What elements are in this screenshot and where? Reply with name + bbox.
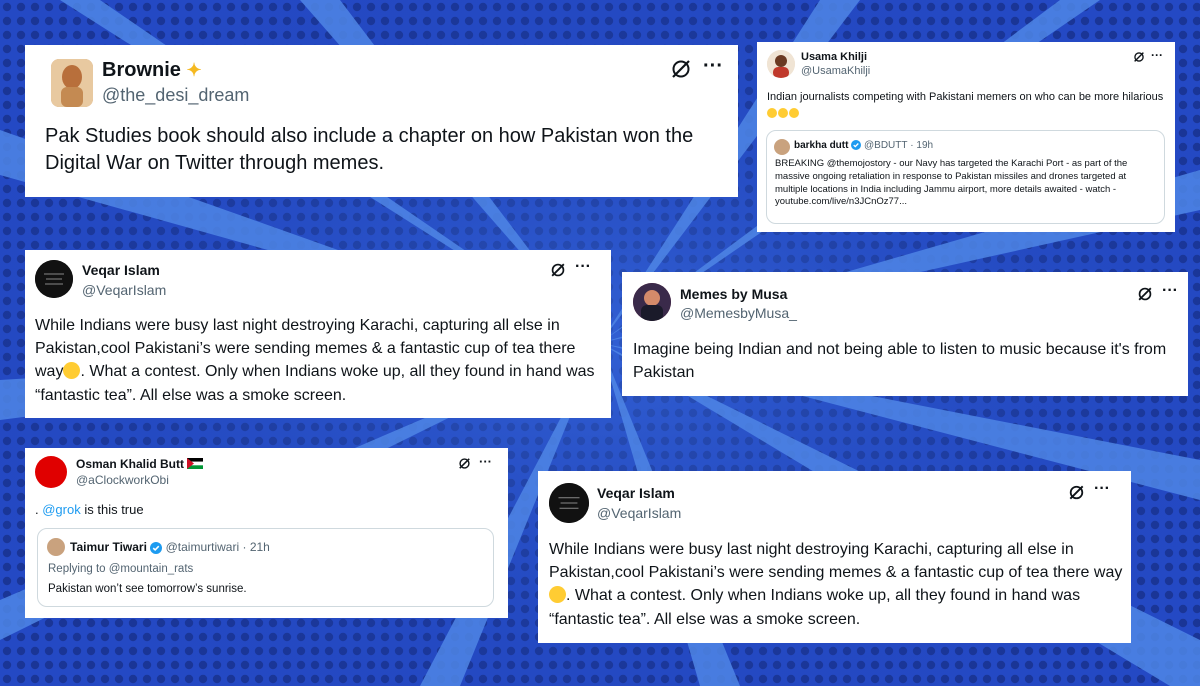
more-icon[interactable]: ··· (1151, 48, 1163, 62)
display-name[interactable]: Osman Khalid Butt (76, 457, 204, 471)
display-name[interactable]: Veqar Islam (597, 485, 675, 501)
sparkles-icon: ✦ (186, 60, 202, 80)
user-handle[interactable]: @VeqarIslam (597, 505, 681, 521)
laughing-emoji-icon (767, 107, 777, 118)
tweet-text: While Indians were busy last night destr… (35, 317, 595, 404)
user-handle[interactable]: @MemesbyMusa_ (680, 305, 797, 321)
more-icon[interactable]: ··· (1162, 282, 1178, 300)
tweet-card-veqar-1[interactable]: Veqar Islam @VeqarIslam ··· While Indian… (25, 250, 611, 418)
grok-icon[interactable] (670, 58, 692, 80)
tweet-text: While Indians were busy last night destr… (549, 541, 1123, 628)
grok-icon[interactable] (550, 262, 566, 278)
verified-badge-icon (851, 140, 862, 151)
quoted-display-name[interactable]: barkha dutt @BDUTT · 19h (794, 140, 933, 151)
grok-mention-link[interactable]: @grok (42, 502, 81, 517)
tweet-text: . @grok is this true (35, 502, 144, 517)
grok-icon[interactable] (1133, 51, 1145, 63)
avatar[interactable] (767, 50, 795, 78)
tweet-card-brownie[interactable]: Brownie ✦ @the_desi_dream ··· Pak Studie… (25, 45, 738, 197)
more-icon[interactable]: ··· (703, 55, 723, 78)
quoted-time: · 21h (242, 540, 270, 554)
grok-icon[interactable] (1137, 286, 1153, 302)
user-handle[interactable]: @the_desi_dream (102, 85, 249, 106)
tweet-text: Imagine being Indian and not being able … (633, 341, 1167, 382)
avatar[interactable] (633, 283, 671, 321)
verified-badge-icon (150, 541, 163, 554)
more-icon[interactable]: ··· (479, 454, 492, 469)
quoted-handle[interactable]: @taimurtiwari (166, 540, 240, 554)
user-handle[interactable]: @VeqarIslam (82, 282, 166, 298)
more-icon[interactable]: ··· (575, 258, 591, 276)
tweet-card-veqar-2[interactable]: Veqar Islam @VeqarIslam ··· While Indian… (538, 471, 1131, 643)
display-name[interactable]: Usama Khilji (801, 51, 867, 63)
avatar[interactable] (51, 59, 93, 107)
laughing-emoji-icon (789, 107, 799, 118)
tweet-card-musa[interactable]: Memes by Musa @MemesbyMusa_ ··· Imagine … (622, 272, 1188, 396)
grok-icon[interactable] (1068, 484, 1085, 501)
user-handle[interactable]: @aClockworkObi (76, 473, 169, 487)
quoted-handle[interactable]: @BDUTT (864, 140, 907, 151)
avatar[interactable] (35, 456, 67, 488)
laughing-emoji-icon (778, 107, 788, 118)
avatar[interactable] (774, 139, 790, 155)
avatar[interactable] (35, 260, 73, 298)
tweet-card-osman[interactable]: Osman Khalid Butt @aClockworkObi ··· . @… (25, 448, 508, 618)
quoted-tweet[interactable]: barkha dutt @BDUTT · 19h BREAKING @themo… (766, 130, 1165, 224)
display-name[interactable]: Veqar Islam (82, 262, 160, 278)
quoted-time: · 19h (910, 140, 934, 151)
quoted-tweet[interactable]: Taimur Tiwari @taimurtiwari · 21h Replyi… (37, 528, 494, 607)
avatar[interactable] (47, 538, 65, 556)
smiling-emoji-icon (63, 362, 81, 380)
palestine-flag-icon (187, 458, 204, 469)
tweet-card-usama[interactable]: Usama Khilji @UsamaKhilji ··· Indian jou… (757, 42, 1175, 232)
more-icon[interactable]: ··· (1094, 480, 1110, 498)
reply-context: Replying to @mountain_rats (48, 563, 194, 575)
user-handle[interactable]: @UsamaKhilji (801, 65, 870, 77)
smiling-emoji-icon (549, 586, 566, 604)
quoted-text: Pakistan won’t see tomorrow’s sunrise. (48, 583, 247, 595)
grok-icon[interactable] (458, 457, 471, 470)
tweet-text: Indian journalists competing with Pakist… (767, 90, 1167, 120)
quoted-display-name[interactable]: Taimur Tiwari @taimurtiwari · 21h (70, 540, 270, 554)
avatar[interactable] (549, 483, 589, 523)
tweet-text: Pak Studies book should also include a c… (45, 125, 694, 174)
display-name[interactable]: Memes by Musa (680, 286, 787, 302)
quoted-text: BREAKING @themojostory - our Navy has ta… (775, 158, 1128, 208)
display-name[interactable]: Brownie ✦ (102, 59, 202, 82)
